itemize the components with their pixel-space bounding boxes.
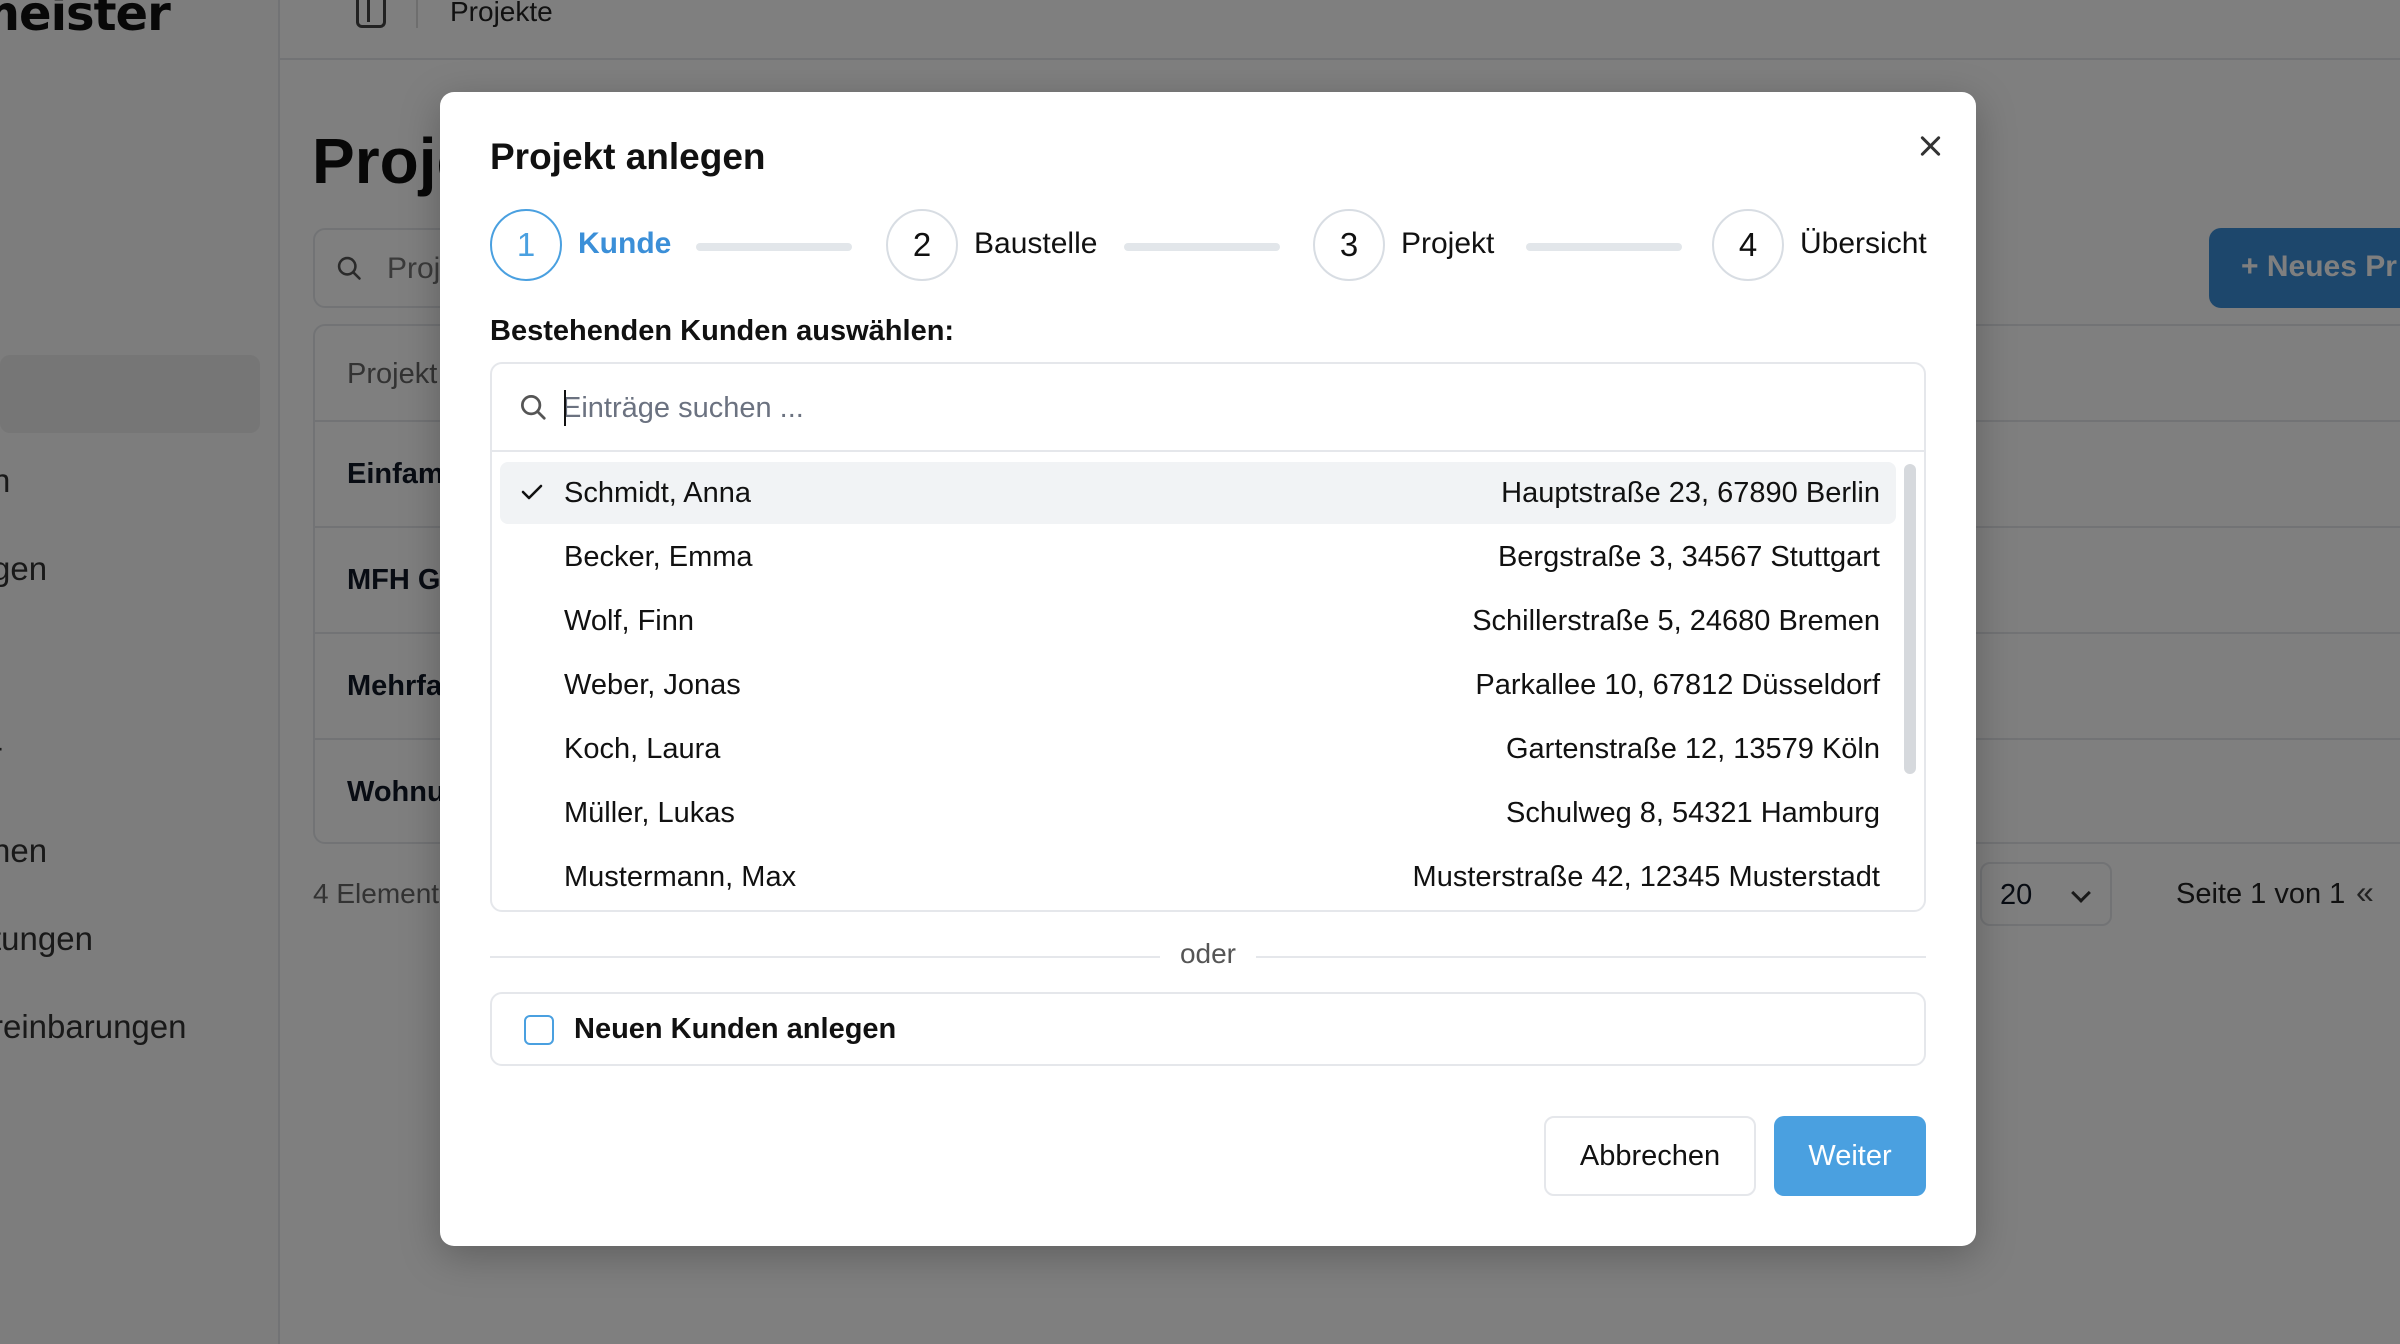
customer-address: Parkallee 10, 67812 Düsseldorf bbox=[1475, 669, 1880, 701]
next-button[interactable]: Weiter bbox=[1774, 1116, 1926, 1196]
step-number: 1 bbox=[490, 209, 562, 281]
step-number: 4 bbox=[1712, 209, 1784, 281]
step-connector bbox=[696, 243, 852, 251]
check-icon bbox=[521, 484, 543, 500]
step-label: Kunde bbox=[578, 227, 672, 260]
step-number: 3 bbox=[1313, 209, 1385, 281]
step-connector bbox=[1124, 243, 1280, 251]
customer-search-input[interactable] bbox=[562, 380, 1892, 436]
customer-combobox: Schmidt, Anna Hauptstraße 23, 67890 Berl… bbox=[490, 362, 1926, 912]
divider bbox=[1256, 956, 1926, 958]
customer-name: Schmidt, Anna bbox=[564, 477, 751, 509]
customer-option[interactable]: Koch, Laura Gartenstraße 12, 13579 Köln bbox=[500, 718, 1896, 780]
customer-name: Mustermann, Max bbox=[564, 861, 797, 893]
customer-name: Müller, Lukas bbox=[564, 797, 735, 829]
step-label: Übersicht bbox=[1800, 227, 1927, 260]
step-label: Baustelle bbox=[974, 227, 1098, 260]
customer-name: Koch, Laura bbox=[564, 733, 721, 765]
customer-address: Schulweg 8, 54321 Hamburg bbox=[1505, 797, 1880, 829]
search-icon bbox=[521, 395, 546, 420]
customer-address: Musterstraße 42, 12345 Musterstadt bbox=[1412, 861, 1880, 893]
customer-address: Schillerstraße 5, 24680 Bremen bbox=[1472, 605, 1880, 637]
customer-name: Becker, Emma bbox=[564, 541, 753, 573]
customer-name: Wolf, Finn bbox=[564, 605, 695, 637]
customer-option[interactable]: Müller, Lukas Schulweg 8, 54321 Hamburg bbox=[500, 782, 1896, 844]
customer-option[interactable]: Wolf, Finn Schillerstraße 5, 24680 Breme… bbox=[500, 590, 1896, 652]
create-project-dialog: Projekt anlegen 1 Kunde 2 Baustelle 3 Pr… bbox=[440, 92, 1976, 1246]
divider-text: oder bbox=[1179, 938, 1237, 969]
combobox-search bbox=[492, 364, 1924, 452]
new-customer-option[interactable]: Neuen Kunden anlegen bbox=[490, 992, 1926, 1066]
cancel-button[interactable]: Abbrechen bbox=[1544, 1116, 1756, 1196]
new-customer-checkbox[interactable] bbox=[524, 1015, 554, 1045]
customer-option[interactable]: Mustermann, Max Musterstraße 42, 12345 M… bbox=[500, 846, 1896, 908]
customer-address: Bergstraße 3, 34567 Stuttgart bbox=[1497, 541, 1880, 573]
customer-name: Weber, Jonas bbox=[564, 669, 741, 701]
step-connector bbox=[1526, 243, 1682, 251]
new-customer-label: Neuen Kunden anlegen bbox=[574, 1013, 897, 1045]
divider bbox=[490, 956, 1160, 958]
customer-address: Gartenstraße 12, 13579 Köln bbox=[1505, 733, 1880, 765]
customer-option[interactable]: Becker, Emma Bergstraße 3, 34567 Stuttga… bbox=[500, 526, 1896, 588]
select-customer-label: Bestehenden Kunden auswählen: bbox=[490, 315, 955, 347]
customer-address: Hauptstraße 23, 67890 Berlin bbox=[1501, 477, 1880, 509]
step-number: 2 bbox=[886, 209, 958, 281]
text-cursor bbox=[564, 390, 566, 426]
customer-option[interactable]: Schmidt, Anna Hauptstraße 23, 67890 Berl… bbox=[500, 462, 1896, 524]
list-scrollbar[interactable] bbox=[1904, 464, 1916, 774]
close-icon[interactable] bbox=[1910, 126, 1950, 166]
dialog-title: Projekt anlegen bbox=[490, 136, 766, 177]
step-label: Projekt bbox=[1401, 227, 1495, 260]
customer-option[interactable]: Weber, Jonas Parkallee 10, 67812 Düsseld… bbox=[500, 654, 1896, 716]
